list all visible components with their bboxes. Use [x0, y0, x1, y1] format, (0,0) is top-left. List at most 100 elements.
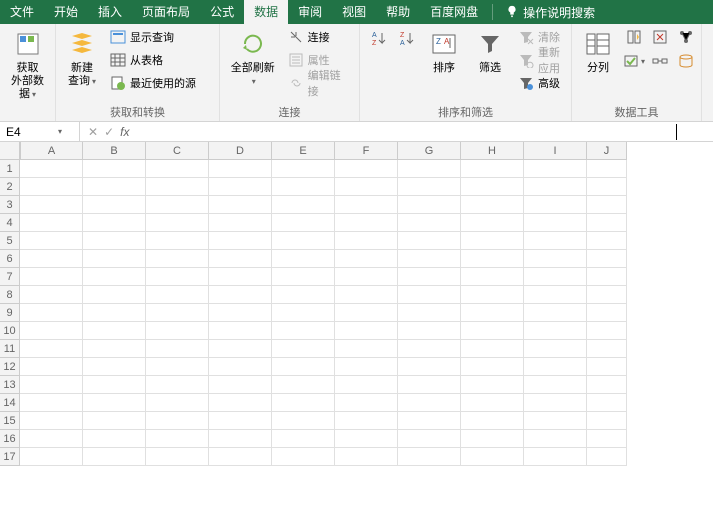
column-header[interactable]: A [20, 142, 83, 160]
cell[interactable] [20, 160, 83, 178]
cell[interactable] [524, 412, 587, 430]
show-queries-button[interactable]: 显示查询 [106, 26, 200, 48]
tab-review[interactable]: 审阅 [288, 0, 332, 24]
column-header[interactable]: H [461, 142, 524, 160]
cell[interactable] [587, 304, 627, 322]
cell[interactable] [335, 214, 398, 232]
get-external-data-button[interactable]: 获取 外部数据▾ [4, 26, 51, 103]
cell[interactable] [20, 250, 83, 268]
cell[interactable] [398, 448, 461, 466]
cell[interactable] [20, 394, 83, 412]
cell[interactable] [461, 340, 524, 358]
cell[interactable] [146, 232, 209, 250]
cell[interactable] [335, 322, 398, 340]
cell[interactable] [335, 376, 398, 394]
cell[interactable] [20, 232, 83, 250]
tab-baidu[interactable]: 百度网盘 [420, 0, 488, 24]
refresh-all-button[interactable]: 全部刷新▾ [224, 26, 282, 90]
sort-button[interactable]: ZA 排序 [422, 26, 466, 77]
cell[interactable] [272, 160, 335, 178]
tab-view[interactable]: 视图 [332, 0, 376, 24]
cell[interactable] [83, 394, 146, 412]
cell[interactable] [587, 214, 627, 232]
cell[interactable] [83, 448, 146, 466]
data-validation-button[interactable]: ▾ [622, 50, 646, 72]
sort-desc-button[interactable]: ZA [392, 26, 424, 52]
cell[interactable] [461, 232, 524, 250]
reapply-button[interactable]: 重新应用 [514, 49, 567, 71]
cell[interactable] [146, 268, 209, 286]
row-header[interactable]: 8 [0, 286, 20, 304]
cell[interactable] [209, 268, 272, 286]
cell[interactable] [335, 340, 398, 358]
cell[interactable] [587, 160, 627, 178]
cell[interactable] [587, 232, 627, 250]
cell[interactable] [398, 196, 461, 214]
cell[interactable] [272, 286, 335, 304]
cell[interactable] [461, 430, 524, 448]
cell[interactable] [398, 160, 461, 178]
cell[interactable] [587, 322, 627, 340]
cell[interactable] [461, 250, 524, 268]
cell[interactable] [20, 304, 83, 322]
cell[interactable] [272, 196, 335, 214]
cell[interactable] [335, 250, 398, 268]
cell[interactable] [83, 196, 146, 214]
cell[interactable] [398, 286, 461, 304]
cell[interactable] [524, 268, 587, 286]
row-header[interactable]: 12 [0, 358, 20, 376]
recent-sources-button[interactable]: 最近使用的源 [106, 72, 200, 94]
cell[interactable] [209, 232, 272, 250]
name-box[interactable]: ▾ [0, 122, 80, 141]
cell[interactable] [209, 178, 272, 196]
tell-me-search[interactable]: 操作说明搜索 [497, 4, 603, 21]
cell[interactable] [398, 430, 461, 448]
cell[interactable] [524, 214, 587, 232]
cell[interactable] [209, 196, 272, 214]
cell[interactable] [461, 286, 524, 304]
consolidate-button[interactable] [674, 26, 698, 48]
cell[interactable] [20, 376, 83, 394]
cell[interactable] [587, 250, 627, 268]
cell[interactable] [83, 322, 146, 340]
cell[interactable] [524, 430, 587, 448]
tab-data[interactable]: 数据 [244, 0, 288, 24]
cell[interactable] [524, 376, 587, 394]
manage-data-model-button[interactable] [674, 50, 698, 72]
text-to-columns-button[interactable]: 分列 [576, 26, 620, 77]
row-header[interactable]: 7 [0, 268, 20, 286]
cell[interactable] [146, 376, 209, 394]
tab-insert[interactable]: 插入 [88, 0, 132, 24]
cell[interactable] [146, 250, 209, 268]
cell[interactable] [461, 268, 524, 286]
cell[interactable] [20, 268, 83, 286]
cell[interactable] [461, 196, 524, 214]
cell[interactable] [20, 448, 83, 466]
cell[interactable] [272, 430, 335, 448]
row-header[interactable]: 2 [0, 178, 20, 196]
cell[interactable] [272, 340, 335, 358]
column-header[interactable]: I [524, 142, 587, 160]
cell[interactable] [272, 304, 335, 322]
cell[interactable] [461, 394, 524, 412]
cell[interactable] [146, 394, 209, 412]
cell[interactable] [83, 250, 146, 268]
cell[interactable] [20, 178, 83, 196]
filter-button[interactable]: 筛选 [468, 26, 512, 77]
row-header[interactable]: 14 [0, 394, 20, 412]
cell[interactable] [461, 214, 524, 232]
row-header[interactable]: 1 [0, 160, 20, 178]
column-header[interactable]: B [83, 142, 146, 160]
cell[interactable] [83, 358, 146, 376]
cell[interactable] [272, 214, 335, 232]
cell[interactable] [524, 286, 587, 304]
cell[interactable] [83, 376, 146, 394]
row-header[interactable]: 10 [0, 322, 20, 340]
cell[interactable] [398, 214, 461, 232]
tab-layout[interactable]: 页面布局 [132, 0, 200, 24]
cell[interactable] [524, 358, 587, 376]
cell[interactable] [461, 304, 524, 322]
cell[interactable] [587, 178, 627, 196]
cell[interactable] [272, 394, 335, 412]
dropdown-icon[interactable]: ▾ [58, 127, 62, 136]
